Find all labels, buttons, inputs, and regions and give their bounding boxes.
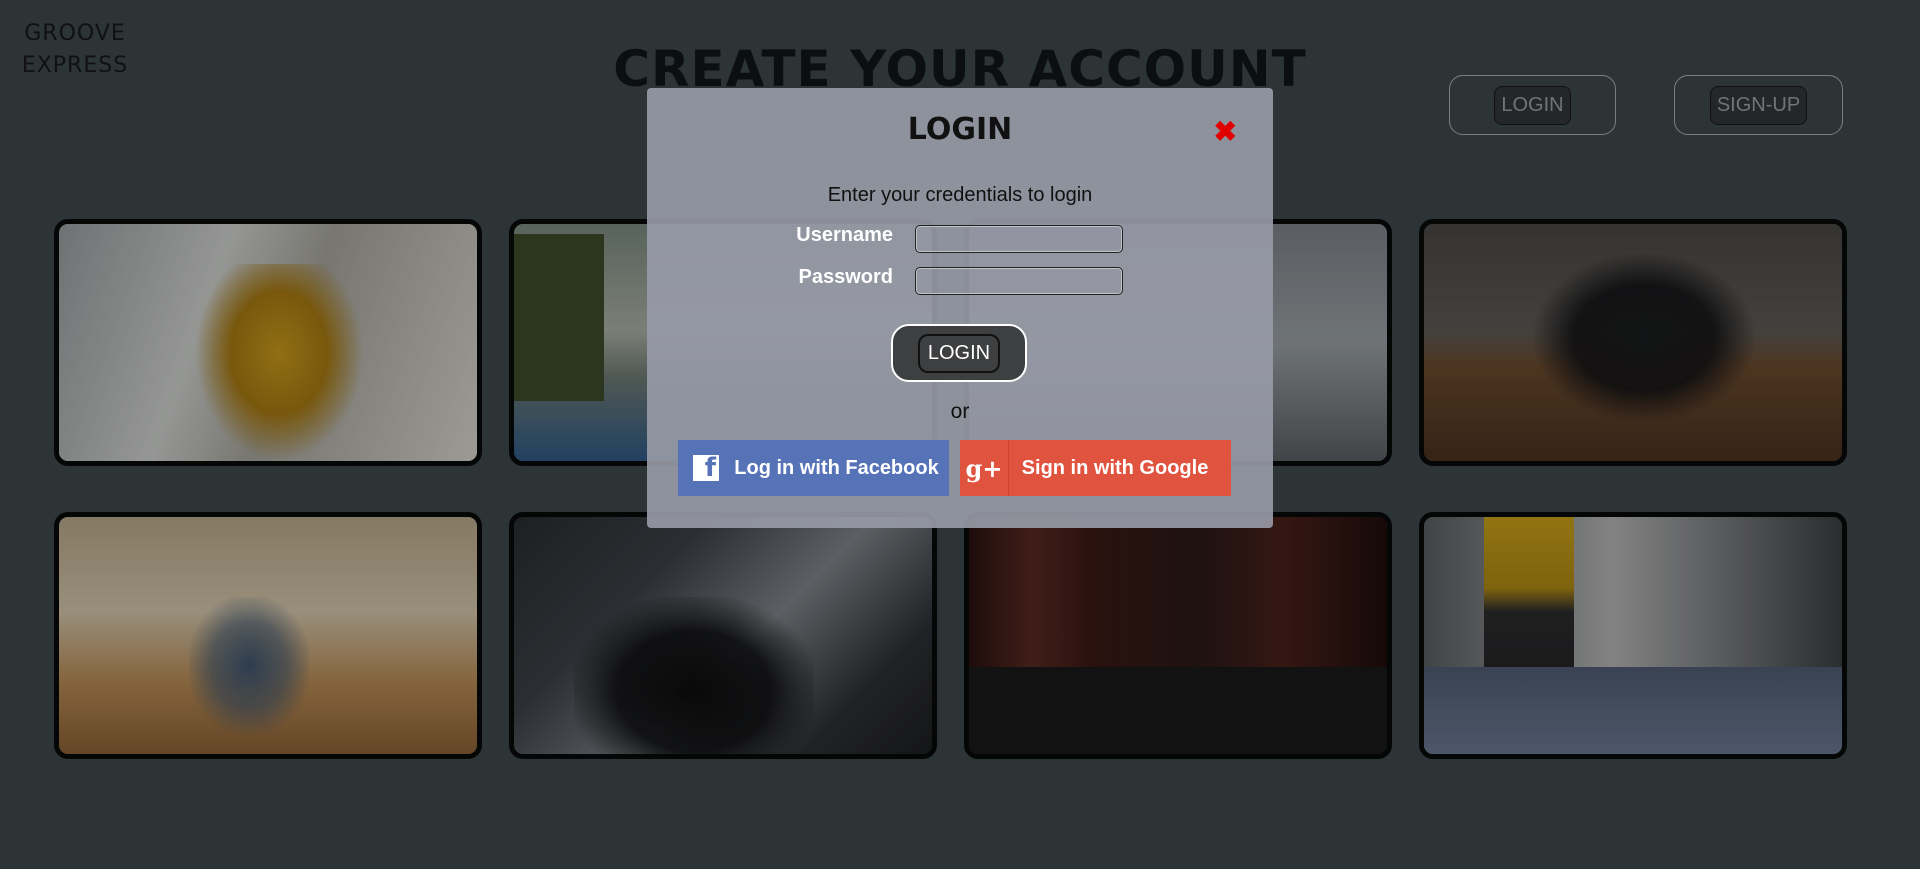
password-field[interactable] — [915, 267, 1123, 295]
gallery-tile-dancer-red-curtains[interactable] — [964, 512, 1392, 759]
gallery-tile-dancer-yellow-shirt[interactable] — [54, 219, 482, 466]
login-modal: LOGIN ✖ Enter your credentials to login … — [647, 88, 1273, 528]
gallery-tile-dancer-dark-hall[interactable] — [509, 512, 937, 759]
facebook-icon: f — [678, 440, 734, 496]
username-label: Username — [796, 224, 893, 246]
google-signin-button[interactable]: g+ Sign in with Google — [960, 440, 1231, 496]
modal-title: LOGIN — [907, 112, 1013, 147]
or-separator: or — [950, 400, 970, 423]
password-label: Password — [798, 266, 893, 288]
username-field[interactable] — [915, 225, 1123, 253]
gallery-tile-dance-group-studio[interactable] — [1419, 219, 1847, 466]
close-icon[interactable]: ✖ — [1214, 118, 1237, 146]
login-submit-label: LOGIN — [917, 333, 1001, 373]
nav-signup-label: SIGN-UP — [1709, 85, 1808, 125]
login-submit-button[interactable]: LOGIN — [891, 324, 1027, 382]
gallery-tile-dancer-chairs-room[interactable] — [54, 512, 482, 759]
nav-signup-button[interactable]: SIGN-UP — [1674, 75, 1843, 135]
google-signin-label: Sign in with Google — [1021, 456, 1209, 479]
facebook-login-label: Log in with Facebook — [734, 456, 939, 479]
google-plus-icon: g+ — [960, 440, 1009, 496]
nav-login-label: LOGIN — [1494, 85, 1571, 125]
modal-subtitle: Enter your credentials to login — [827, 184, 1093, 206]
gallery-tile-dancer-ballet-barre[interactable] — [1419, 512, 1847, 759]
nav-login-button[interactable]: LOGIN — [1449, 75, 1616, 135]
facebook-login-button[interactable]: f Log in with Facebook — [678, 440, 949, 496]
